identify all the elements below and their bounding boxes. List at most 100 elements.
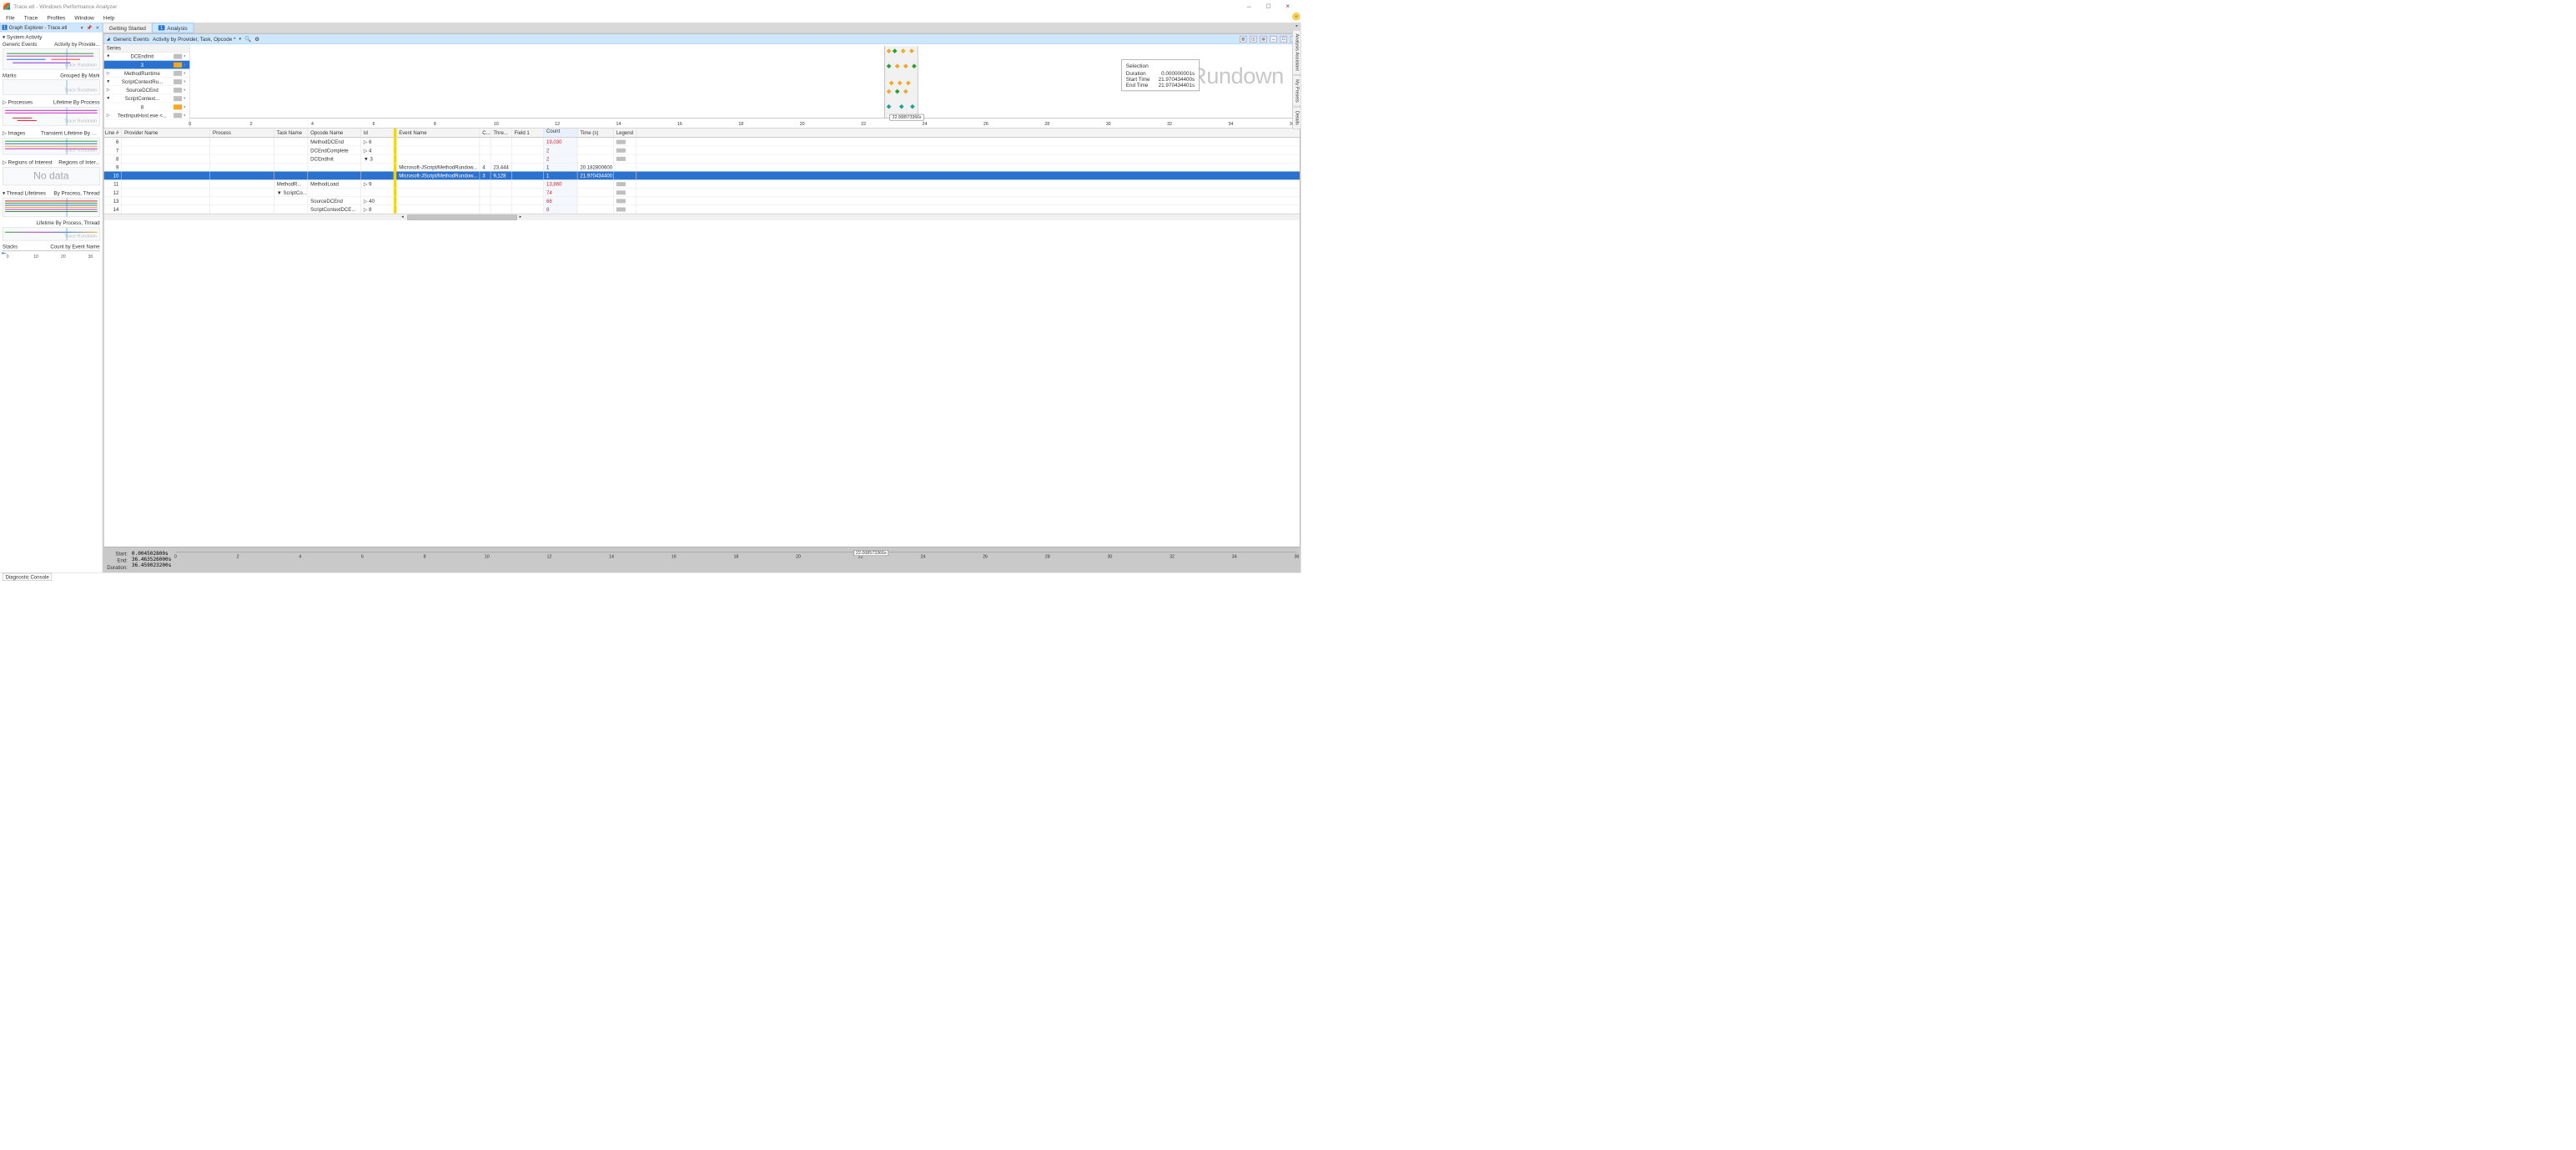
col-legend[interactable]: Legend — [614, 129, 636, 137]
table-row[interactable]: 10 Microsoft-JScript/MethodRundow... 3 9… — [104, 172, 1300, 180]
processes-thumbnail[interactable]: Trace Rundown — [3, 107, 100, 125]
series-row[interactable]: 3 ▾ — [104, 61, 190, 69]
collapse-icon[interactable]: ◢ — [107, 37, 110, 42]
series-row[interactable]: ▷ MethodRuntime ▾ — [104, 69, 190, 78]
menu-help[interactable]: Help — [100, 13, 118, 22]
section-marks[interactable]: Marks — [3, 73, 16, 78]
legend-swatch — [616, 182, 626, 186]
table-row[interactable]: 8 DCEndInit ▼ 3 2 — [104, 154, 1300, 163]
tab-analysis[interactable]: 1 Analysis — [153, 23, 194, 33]
images-thumbnail[interactable]: Trace Rundown — [3, 138, 100, 154]
maximize-button[interactable]: ☐ — [1259, 0, 1278, 13]
timeline-chart[interactable]: Trace Rundown — [190, 44, 1292, 128]
section-thread-lifetimes[interactable]: ▾ Thread Lifetimes By Process, Thread — [0, 188, 103, 197]
series-row[interactable]: ▼ ScriptContextRu... ▾ — [104, 78, 190, 86]
col-event[interactable]: Event Name — [396, 129, 480, 137]
tab-getting-started[interactable]: Getting Started — [103, 23, 152, 33]
col-opcode[interactable]: Opcode Name — [308, 129, 361, 137]
dropdown-icon[interactable]: ▾ — [80, 25, 84, 31]
table-hscroll[interactable]: ◂ ▸ — [104, 214, 1300, 220]
series-row[interactable]: ▼ DCEndInit ▾ — [104, 53, 190, 61]
feedback-smiley-icon[interactable]: ☺ — [1292, 13, 1300, 20]
sub-generic-events[interactable]: Generic Events — [3, 41, 37, 47]
preset-name[interactable]: Activity by Provider, Task, Opcode * — [153, 36, 236, 42]
expander-icon[interactable]: ▷ — [106, 71, 111, 76]
col-time[interactable]: Time (s) — [577, 129, 613, 137]
system-activity-thumbnail[interactable]: Trace Rundown — [3, 48, 100, 69]
view-table-icon[interactable]: ▤ — [1260, 36, 1266, 43]
thread-lifetimes-thumbnail-2[interactable]: Trace Rundown — [3, 227, 100, 240]
view-chart-icon[interactable]: ▥ — [1240, 36, 1246, 43]
section-regions[interactable]: ▷ Regions of Interest Regions of Inter..… — [0, 157, 103, 166]
sub-activity-by-provider[interactable]: Activity by Provide... — [54, 41, 100, 47]
table-row[interactable]: 9 Microsoft-JScript/MethodRundow... 4 23… — [104, 163, 1300, 171]
close-panel-icon[interactable]: ✕ — [95, 25, 101, 31]
series-menu-icon[interactable]: ▾ — [184, 113, 188, 118]
series-menu-icon[interactable]: ▾ — [184, 54, 188, 59]
col-field1[interactable]: Field 1 — [512, 129, 544, 137]
col-task[interactable]: Task Name — [274, 129, 308, 137]
series-row[interactable]: ▷ TextInputHost.exe <... ▾ — [104, 111, 190, 119]
table-row[interactable]: 14 ScriptContextDCE... ▷ 8 8 — [104, 205, 1300, 214]
menu-file[interactable]: File — [3, 13, 18, 22]
diagnostic-console-button[interactable]: Diagnostic Console — [3, 573, 52, 581]
table-row[interactable]: 11 MethodR... MethodLoad ▷ 9 13,860 — [104, 180, 1300, 189]
section-images[interactable]: ▷ Images Transient Lifetime By Process..… — [0, 129, 103, 138]
col-thread[interactable]: Thre... — [491, 129, 511, 137]
series-menu-icon[interactable]: ▾ — [184, 88, 188, 93]
col-id[interactable]: Id — [361, 129, 394, 137]
sidetab-details[interactable]: Details — [1292, 107, 1301, 129]
expander-icon[interactable]: ▼ — [106, 79, 111, 84]
sub-count-by-event-name[interactable]: Count by Event Name — [50, 244, 99, 250]
table-row[interactable]: 6 MethodDCEnd ▷ 6 19,030 — [104, 138, 1300, 146]
series-menu-icon[interactable]: ▾ — [184, 79, 188, 84]
menu-window[interactable]: Window — [71, 13, 97, 22]
expander-icon[interactable]: ▷ — [106, 113, 111, 118]
search-icon[interactable]: 🔍 — [244, 36, 251, 43]
bottom-axis-line[interactable]: 02468101214161820222426283032343622.0085… — [175, 552, 1296, 569]
section-system-activity[interactable]: ▾ System Activity — [0, 32, 103, 41]
marks-thumbnail[interactable]: Trace Rundown — [3, 79, 100, 94]
minimize-button[interactable]: ─ — [1240, 0, 1259, 13]
series-row[interactable]: 8 ▾ — [104, 103, 190, 111]
legend-swatch — [616, 199, 626, 203]
series-menu-icon[interactable]: ▾ — [184, 96, 188, 101]
thread-lifetimes-thumbnail[interactable] — [3, 198, 100, 217]
view-chart-table-icon[interactable]: ◫ — [1250, 36, 1256, 43]
col-count[interactable]: Count — [544, 129, 577, 137]
col-process[interactable]: Process — [210, 129, 274, 137]
regions-thumbnail[interactable]: No data — [3, 167, 100, 185]
expander-icon[interactable]: ▷ — [106, 88, 111, 93]
close-button[interactable]: ✕ — [1278, 0, 1297, 13]
col-line[interactable]: Line # — [104, 129, 122, 137]
side-dropdown-icon[interactable]: ▾ — [1292, 23, 1301, 29]
sub-grouped-by-mark[interactable]: Grouped By Mark — [60, 73, 99, 78]
left-time-ruler[interactable]: ⇤ 0 10 20 30 — [3, 250, 100, 262]
table-row[interactable]: 12 ▼ ScriptCo... 74 — [104, 189, 1300, 197]
series-row[interactable]: ▼ ScriptContext... ▾ — [104, 94, 190, 103]
section-stacks[interactable]: Stacks — [3, 244, 18, 250]
selection-band[interactable] — [884, 46, 918, 118]
col-provider[interactable]: Provider Name — [122, 129, 210, 137]
series-menu-icon[interactable]: ▾ — [184, 71, 188, 76]
expander-icon[interactable]: ▼ — [106, 54, 111, 59]
preset-dropdown-icon[interactable]: ▾ — [239, 37, 241, 42]
col-c[interactable]: C... — [480, 129, 491, 137]
sub-lifetime-by-process-thread[interactable]: Lifetime By Process, Thread — [37, 220, 100, 226]
section-processes[interactable]: ▷ Processes Lifetime By Process — [0, 98, 103, 107]
timeline-axis[interactable]: 02468101214161820222426283032343622.0085… — [190, 118, 1292, 128]
maximize-graph-icon[interactable]: ☐ — [1280, 36, 1287, 43]
pin-icon[interactable]: 📌 — [86, 25, 93, 31]
minimize-graph-icon[interactable]: ─ — [1270, 36, 1277, 43]
sidetab-analysis-assistant[interactable]: Analysis Assistant — [1292, 30, 1301, 75]
series-row[interactable]: ▷ SourceDCEnd ▾ — [104, 86, 190, 94]
gear-icon[interactable]: ⚙ — [254, 36, 259, 43]
sidetab-my-presets[interactable]: My Presets — [1292, 75, 1301, 106]
series-menu-icon[interactable]: ▾ — [184, 63, 188, 68]
menu-profiles[interactable]: Profiles — [43, 13, 68, 22]
series-menu-icon[interactable]: ▾ — [184, 104, 188, 109]
table-row[interactable]: 13 SourceDCEnd ▷ 40 66 — [104, 197, 1300, 205]
expander-icon[interactable]: ▼ — [106, 96, 111, 101]
menu-trace[interactable]: Trace — [21, 13, 42, 22]
table-row[interactable]: 7 DCEndComplete ▷ 4 2 — [104, 146, 1300, 154]
